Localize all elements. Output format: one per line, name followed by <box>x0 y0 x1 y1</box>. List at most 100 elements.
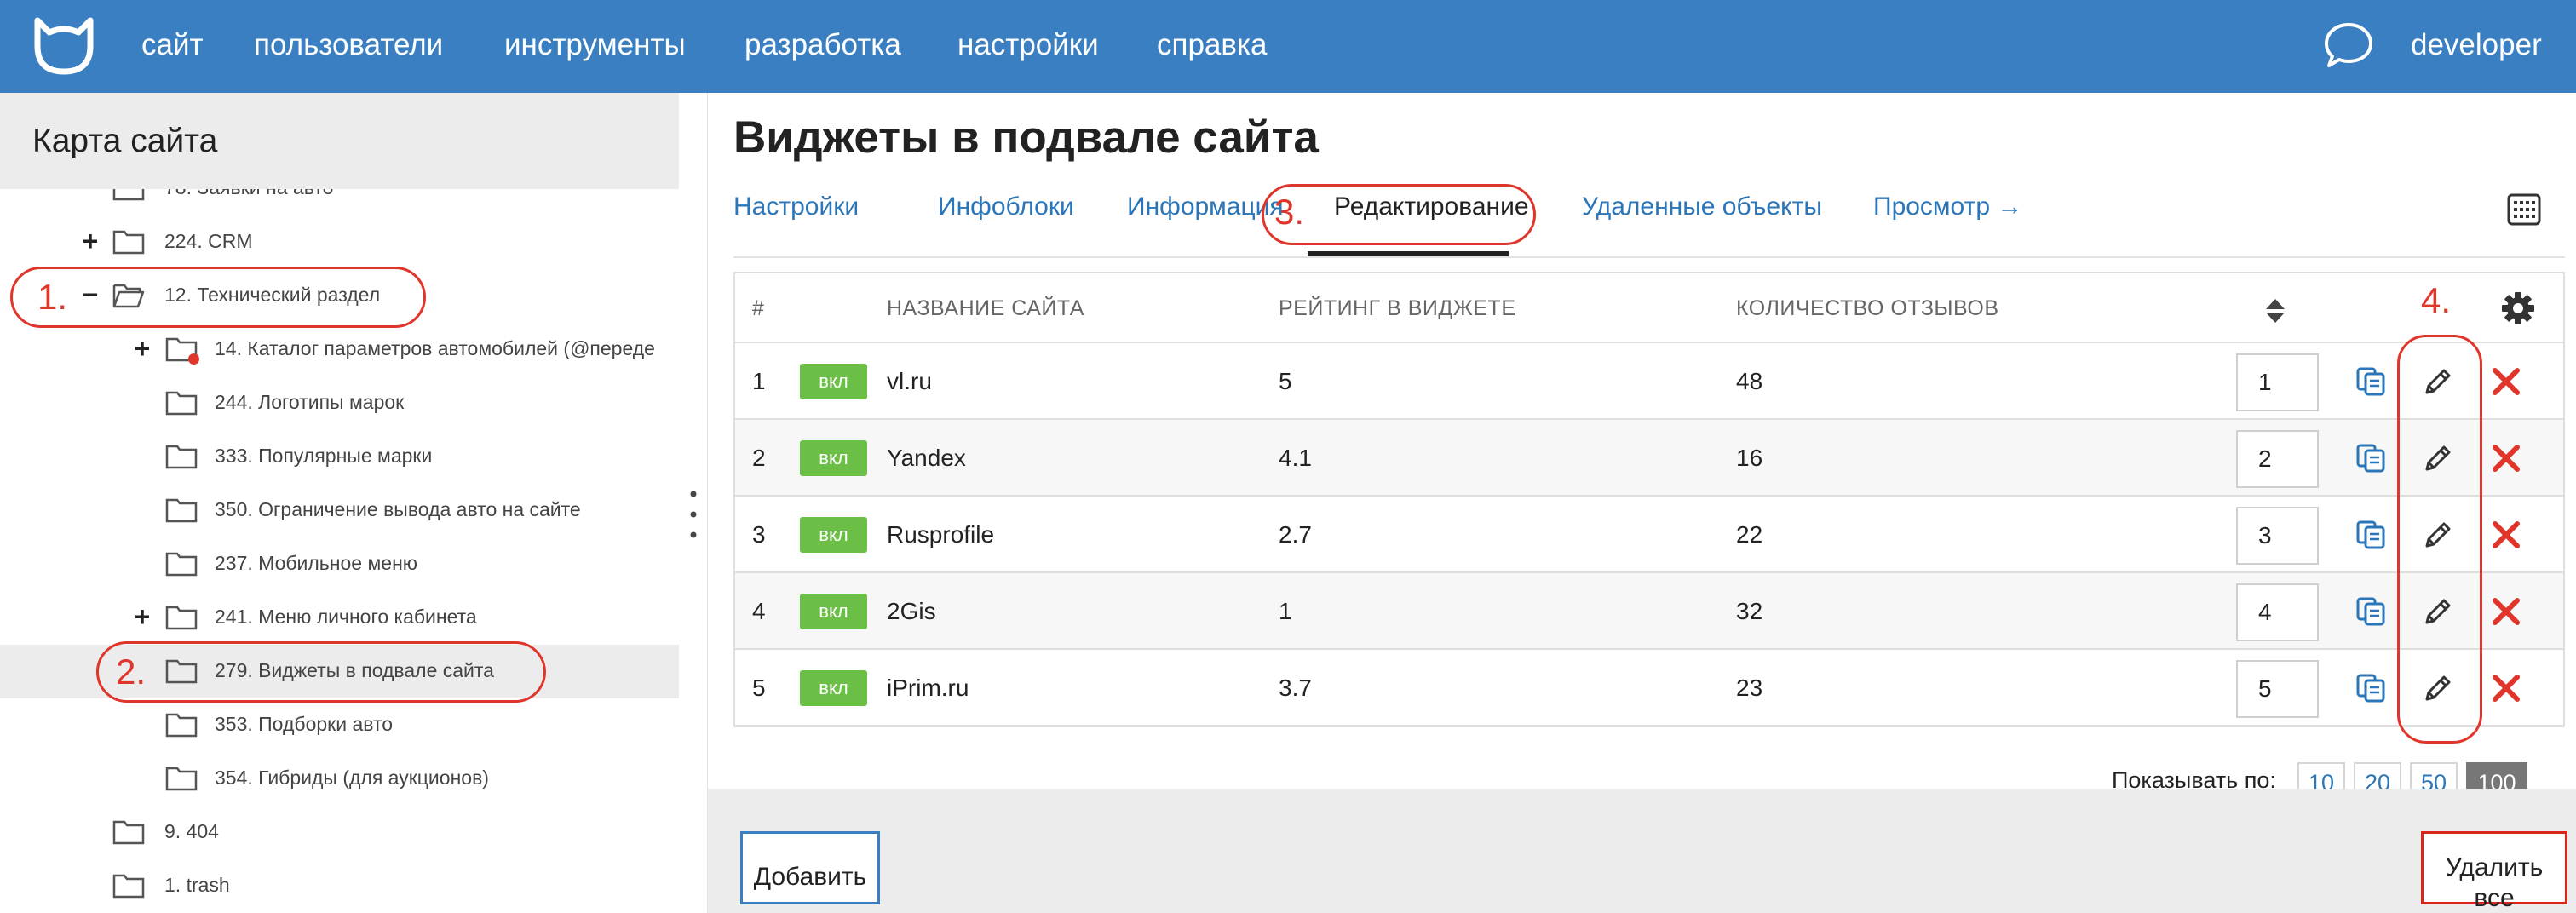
rating-value: 1 <box>1279 598 1292 624</box>
tree-item-label: 354. Гибриды (для аукционов) <box>215 767 489 789</box>
tab-infoblocks[interactable]: Инфоблоки <box>938 190 1074 224</box>
folder-icon <box>112 820 145 845</box>
status-badge[interactable]: вкл <box>800 440 867 476</box>
nav-tools[interactable]: инструменты <box>504 26 686 65</box>
site-name: 2Gis <box>887 598 936 624</box>
drag-handle-icon[interactable] <box>690 489 697 540</box>
status-badge[interactable]: вкл <box>800 670 867 706</box>
status-badge[interactable]: вкл <box>800 364 867 399</box>
row-number: 4 <box>752 598 766 624</box>
folder-icon <box>112 230 145 255</box>
copy-icon[interactable] <box>2355 443 2386 474</box>
delete-icon[interactable] <box>2490 672 2522 704</box>
table-row[interactable]: 1 вкл vl.ru 5 48 1 <box>735 343 2563 420</box>
tree-item[interactable]: + 14. Каталог параметров автомобилей (@п… <box>0 323 679 376</box>
reviews-count: 48 <box>1736 368 1763 394</box>
delete-all-button[interactable]: Удалить все <box>2421 831 2567 912</box>
copy-icon[interactable] <box>2355 673 2386 703</box>
delete-icon[interactable] <box>2490 365 2522 398</box>
tree-item[interactable]: 244. Логотипы марок <box>0 376 679 430</box>
status-badge[interactable]: вкл <box>800 594 867 629</box>
expand-toggle[interactable]: + <box>132 333 152 364</box>
tabs-divider <box>733 256 2565 258</box>
tab-preview[interactable]: Просмотр → <box>1873 190 2022 224</box>
rating-value: 3.7 <box>1279 675 1312 701</box>
row-number: 5 <box>752 675 766 701</box>
tree-item-label: 1. trash <box>164 874 230 896</box>
col-site-name[interactable]: НАЗВАНИЕ САЙТА <box>887 296 1084 321</box>
site-name: Rusprofile <box>887 521 995 548</box>
col-rating[interactable]: РЕЙТИНГ В ВИДЖЕТЕ <box>1279 296 1516 321</box>
order-input[interactable]: 4 <box>2236 583 2319 641</box>
order-input[interactable]: 5 <box>2236 660 2319 718</box>
annotation-label-2: 2. <box>116 652 147 692</box>
rating-value: 4.1 <box>1279 445 1312 471</box>
current-user[interactable]: developer <box>2411 26 2542 65</box>
tab-settings[interactable]: Настройки <box>733 190 859 224</box>
expand-toggle[interactable]: + <box>80 226 101 256</box>
nav-site[interactable]: сайт <box>141 26 204 65</box>
tree-item[interactable]: 354. Гибриды (для аукционов) <box>0 752 679 806</box>
gear-icon[interactable] <box>2500 290 2536 326</box>
tree-item-label: 244. Логотипы марок <box>215 391 405 413</box>
status-badge[interactable]: вкл <box>800 517 867 553</box>
copy-icon[interactable] <box>2355 366 2386 397</box>
tree-item[interactable]: 350. Ограничение вывода авто на сайте <box>0 484 679 537</box>
sort-arrows-icon[interactable] <box>2264 297 2286 324</box>
add-button[interactable]: Добавить <box>740 831 880 904</box>
delete-icon[interactable] <box>2490 595 2522 628</box>
tree-item-label: 224. CRM <box>164 230 253 252</box>
row-number: 1 <box>752 368 766 394</box>
copy-icon[interactable] <box>2355 520 2386 550</box>
table-row[interactable]: 2 вкл Yandex 4.1 16 2 <box>735 420 2563 497</box>
annotation-highlight-1 <box>10 267 426 328</box>
tab-deleted-objects[interactable]: Удаленные объекты <box>1582 190 1822 224</box>
nav-development[interactable]: разработка <box>745 26 901 65</box>
tree-item[interactable]: 1. trash <box>0 859 679 913</box>
sidebar-header: Карта сайта <box>0 93 679 189</box>
annotation-highlight-4 <box>2397 335 2482 744</box>
tree-item[interactable]: 237. Мобильное меню <box>0 537 679 591</box>
tree-item-label: 353. Подборки авто <box>215 713 394 735</box>
cat-logo-icon[interactable] <box>32 17 95 75</box>
tree-item[interactable]: 9. 404 <box>0 806 679 859</box>
site-name: Yandex <box>887 445 966 471</box>
annotation-label-3: 3. <box>1274 192 1305 232</box>
rating-value: 2.7 <box>1279 521 1312 548</box>
nav-help[interactable]: справка <box>1157 26 1268 65</box>
folder-icon <box>165 713 198 738</box>
expand-toggle[interactable]: + <box>132 601 152 632</box>
tree-item-label: 78. Заявки на авто <box>164 189 333 200</box>
chat-bubble-icon[interactable] <box>2322 20 2375 70</box>
tab-information[interactable]: Информация <box>1127 190 1284 224</box>
site-name: iPrim.ru <box>887 675 969 701</box>
table-row[interactable]: 3 вкл Rusprofile 2.7 22 3 <box>735 497 2563 573</box>
nav-settings[interactable]: настройки <box>957 26 1099 65</box>
order-input[interactable]: 3 <box>2236 507 2319 565</box>
tree-item-label: 237. Мобильное меню <box>215 552 418 574</box>
delete-icon[interactable] <box>2490 442 2522 474</box>
order-input[interactable]: 1 <box>2236 353 2319 411</box>
tree-item[interactable]: + 224. CRM <box>0 215 679 269</box>
copy-icon[interactable] <box>2355 596 2386 627</box>
folder-icon <box>165 767 198 791</box>
nav-users[interactable]: пользователи <box>254 26 443 65</box>
grid-view-icon[interactable] <box>2507 193 2541 226</box>
tree-item-label: 333. Популярные марки <box>215 445 433 467</box>
sidebar-resize-handle[interactable] <box>679 93 708 913</box>
tree-item[interactable]: 353. Подборки авто <box>0 698 679 752</box>
action-footer: Добавить Удалить все <box>708 789 2576 913</box>
tree-item[interactable]: 333. Популярные марки <box>0 430 679 484</box>
delete-icon[interactable] <box>2490 519 2522 551</box>
tree-item[interactable]: 78. Заявки на авто <box>0 189 679 215</box>
col-reviews[interactable]: КОЛИЧЕСТВО ОТЗЫВОВ <box>1736 296 1999 321</box>
table-row[interactable]: 5 вкл iPrim.ru 3.7 23 5 <box>735 650 2563 726</box>
folder-icon <box>165 552 198 577</box>
folder-icon <box>112 874 145 899</box>
tree-item-label: 9. 404 <box>164 820 219 842</box>
tree-item[interactable]: + 241. Меню личного кабинета <box>0 591 679 645</box>
sidebar-title: Карта сайта <box>32 123 218 159</box>
table-row[interactable]: 4 вкл 2Gis 1 32 4 <box>735 573 2563 650</box>
reviews-count: 22 <box>1736 521 1763 548</box>
order-input[interactable]: 2 <box>2236 430 2319 488</box>
